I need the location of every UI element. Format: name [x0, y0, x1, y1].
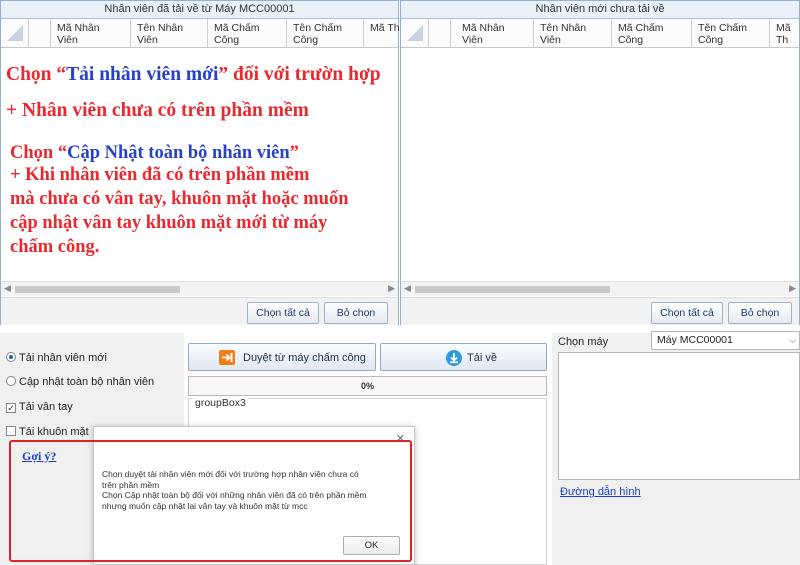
- select-all-corner-icon[interactable]: [401, 19, 429, 47]
- annotation-highlight: Cập Nhật toàn bộ nhân viên: [67, 143, 290, 163]
- radio-button[interactable]: [6, 376, 16, 386]
- panel-button-bar: Chọn tất cả Bỏ chọn: [401, 297, 799, 325]
- button-label: Tải về: [467, 352, 497, 364]
- column-header-card-code[interactable]: Mã Th: [364, 19, 400, 47]
- button-label: Duyệt từ máy chấm công: [243, 352, 366, 364]
- radio-label: Tải nhân viên mới: [19, 352, 107, 364]
- row-selector-header: [429, 19, 451, 47]
- highlight-box: [9, 440, 412, 562]
- grid-header: Mã Nhân Viên Tên Nhân Viên Mã Chấm Công …: [1, 19, 400, 48]
- radio-button[interactable]: [6, 352, 16, 362]
- annotation-text: ” đối với trườn hợp: [218, 64, 381, 85]
- annotation-line-4: + Khi nhân viên đã có trên phần mềm: [10, 165, 310, 185]
- import-arrow-icon: [218, 349, 236, 369]
- column-header-card-code[interactable]: Mã Th: [770, 19, 800, 47]
- row-selector-header: [29, 19, 51, 47]
- select-all-button[interactable]: Chọn tất cả: [247, 302, 319, 324]
- annotation-line-3: Chọn “Cập Nhật toàn bộ nhân viên”: [10, 143, 299, 164]
- column-header-attendance-code[interactable]: Mã Chấm Công: [208, 19, 287, 47]
- selected-device: Máy MCC00001: [657, 334, 733, 346]
- radio-label: Cập nhật toàn bộ nhân viên: [19, 376, 155, 388]
- annotation-line-7: chấm công.: [10, 237, 100, 257]
- grid-header: Mã Nhân Viên Tên Nhân Viên Mã Chấm Công …: [401, 19, 799, 48]
- deselect-button[interactable]: Bỏ chọn: [324, 302, 388, 324]
- progress-text: 0%: [360, 381, 374, 391]
- radio-new-employees[interactable]: Tải nhân viên mới: [6, 352, 107, 370]
- annotation-line-1: Chọn “Tải nhân viên mới” đối với trườn h…: [6, 64, 381, 86]
- panel-title: Nhân viên đã tải về từ Máy MCC00001: [1, 1, 398, 19]
- panel-button-bar: Chọn tất cả Bỏ chọn: [1, 297, 398, 325]
- download-icon: [445, 349, 463, 370]
- annotation-text: Chọn “: [10, 143, 68, 163]
- annotation-line-5: mà chưa có vân tay, khuôn mặt hoặc muốn: [10, 189, 349, 209]
- device-list[interactable]: [558, 352, 800, 480]
- dropdown-chevron-icon[interactable]: ⌵: [789, 332, 796, 349]
- annotation-line-6: cập nhật vân tay khuôn mặt mới từ máy: [10, 213, 328, 233]
- download-button[interactable]: Tải về: [380, 343, 547, 371]
- image-path-link[interactable]: Đường dẫn hình: [560, 486, 641, 498]
- column-header-employee-name[interactable]: Tên Nhân Viên: [131, 19, 208, 47]
- scroll-left-icon[interactable]: ◀: [4, 283, 11, 294]
- radio-update-all[interactable]: Cập nhật toàn bộ nhân viên: [6, 376, 154, 394]
- scroll-right-icon[interactable]: ▶: [388, 283, 395, 294]
- annotation-text: ”: [289, 143, 299, 163]
- checkbox-label: Tải khuôn mặt: [19, 426, 89, 438]
- column-header-employee-code[interactable]: Mã Nhân Viên: [456, 19, 534, 47]
- panel-title: Nhân viên mới chưa tải về: [401, 1, 799, 19]
- scrollbar-thumb[interactable]: [415, 286, 610, 293]
- scrollbar-thumb[interactable]: [15, 286, 180, 293]
- annotation-line-2: + Nhân viên chưa có trên phần mềm: [6, 100, 309, 121]
- select-all-corner-icon[interactable]: [1, 19, 29, 47]
- column-header-attendance-name[interactable]: Tên Chấm Công: [692, 19, 770, 47]
- checkbox-label: Tải vân tay: [19, 401, 73, 413]
- group-box-label: groupBox3: [193, 397, 248, 409]
- select-all-button[interactable]: Chọn tất cả: [651, 302, 723, 324]
- device-select[interactable]: Máy MCC00001 ⌵: [651, 331, 800, 350]
- browse-from-device-button[interactable]: Duyệt từ máy chấm công: [188, 343, 376, 371]
- download-progress-bar: 0%: [188, 376, 547, 396]
- annotation-text: Chọn “: [6, 64, 67, 85]
- column-header-employee-code[interactable]: Mã Nhân Viên: [51, 19, 131, 47]
- column-header-attendance-code[interactable]: Mã Chấm Công: [612, 19, 692, 47]
- scroll-right-icon[interactable]: ▶: [789, 283, 796, 294]
- horizontal-scrollbar[interactable]: ◀ ▶: [401, 281, 799, 296]
- checkbox-fingerprint[interactable]: ✓ Tải vân tay: [6, 401, 73, 419]
- checkbox[interactable]: ✓: [6, 403, 16, 413]
- scroll-left-icon[interactable]: ◀: [404, 283, 411, 294]
- new-employees-panel: Nhân viên mới chưa tải về Mã Nhân Viên T…: [400, 0, 800, 325]
- deselect-button[interactable]: Bỏ chọn: [728, 302, 792, 324]
- checkbox[interactable]: [6, 426, 16, 436]
- column-header-attendance-name[interactable]: Tên Chấm Công: [287, 19, 364, 47]
- device-label: Chọn máy: [558, 336, 609, 348]
- horizontal-scrollbar[interactable]: ◀ ▶: [1, 281, 398, 296]
- column-header-employee-name[interactable]: Tên Nhân Viên: [534, 19, 612, 47]
- annotation-highlight: Tải nhân viên mới: [66, 64, 219, 85]
